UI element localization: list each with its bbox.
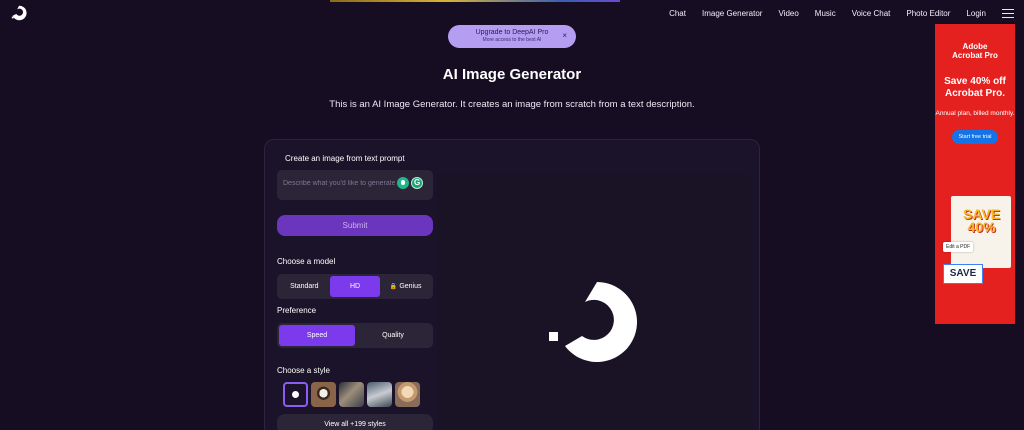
nav-voice-chat[interactable]: Voice Chat <box>852 9 891 18</box>
preference-label: Preference <box>277 306 317 315</box>
ad-start-trial-button[interactable]: Start free trial <box>952 130 998 144</box>
ad-brand-line1: Adobe <box>962 42 988 51</box>
style-label: Choose a style <box>277 366 330 375</box>
nav-music[interactable]: Music <box>815 9 836 18</box>
ad-save40-line2: 40% <box>967 219 996 235</box>
nav-image-generator[interactable]: Image Generator <box>702 9 762 18</box>
upgrade-title: Upgrade to DeepAI Pro <box>475 29 549 36</box>
ad-brand-line2: Acrobat Pro <box>952 51 998 60</box>
prompt-box[interactable] <box>277 170 433 200</box>
style-thumb-portrait[interactable] <box>395 382 420 407</box>
nav-photo-editor[interactable]: Photo Editor <box>906 9 950 18</box>
view-all-styles-button[interactable]: View all +199 styles <box>277 414 433 430</box>
extension-icon[interactable] <box>397 177 409 189</box>
page-description: This is an AI Image Generator. It create… <box>329 99 695 110</box>
top-navigation: Chat Image Generator Video Music Voice C… <box>653 6 1014 20</box>
preference-selector: Speed Quality <box>277 323 433 348</box>
upgrade-pro-banner[interactable]: Upgrade to DeepAI Pro More access to the… <box>448 25 576 48</box>
upgrade-subtitle: More access to the best AI <box>482 37 542 43</box>
close-icon[interactable]: × <box>562 31 567 40</box>
preference-option-speed[interactable]: Speed <box>279 325 355 346</box>
style-thumb-default[interactable] <box>283 382 308 407</box>
style-thumb-robot[interactable] <box>367 382 392 407</box>
ad-subtext: Annual plan, billed monthly. <box>935 110 1015 117</box>
nav-login[interactable]: Login <box>966 9 986 18</box>
generator-panel: Create an image from text prompt Submit … <box>264 139 760 430</box>
page-title: AI Image Generator <box>442 66 582 83</box>
style-thumb-scene[interactable] <box>339 382 364 407</box>
nav-video[interactable]: Video <box>778 9 798 18</box>
style-thumb-panda[interactable] <box>311 382 336 407</box>
ad-save40-text: SAVE 40% <box>963 207 1000 235</box>
adobe-acrobat-ad[interactable]: Adobe Acrobat Pro Save 40% off Acrobat P… <box>935 24 1015 324</box>
model-option-genius-label: Genius <box>399 283 422 290</box>
model-option-hd[interactable]: HD <box>329 276 381 297</box>
prompt-input[interactable] <box>283 177 395 189</box>
model-option-genius[interactable]: 🔒 Genius <box>380 276 431 297</box>
prompt-label: Create an image from text prompt <box>285 154 405 163</box>
top-banner-strip <box>330 0 620 2</box>
ad-save-box: SAVE <box>943 264 983 284</box>
grammarly-icon[interactable] <box>411 177 423 189</box>
ad-headline: Save 40% off Acrobat Pro. <box>944 76 1006 99</box>
submit-button[interactable]: Submit <box>277 215 433 236</box>
image-preview <box>437 174 751 430</box>
deepai-logo-icon[interactable] <box>10 4 28 22</box>
style-thumbnails <box>283 382 420 407</box>
preference-option-quality[interactable]: Quality <box>355 325 431 346</box>
ad-brand: Adobe Acrobat Pro <box>935 42 1015 60</box>
nav-chat[interactable]: Chat <box>669 9 686 18</box>
hamburger-menu-icon[interactable] <box>1002 8 1014 18</box>
model-label: Choose a model <box>277 257 336 266</box>
deepai-logo-icon <box>549 282 637 362</box>
ad-artwork: SAVE 40% Edit a PDF SAVE <box>943 196 1011 286</box>
model-selector: Standard HD 🔒 Genius <box>277 274 433 299</box>
model-option-standard[interactable]: Standard <box>279 276 330 297</box>
lock-icon: 🔒 <box>389 284 398 290</box>
ad-edit-pdf-chip: Edit a PDF <box>943 242 974 252</box>
